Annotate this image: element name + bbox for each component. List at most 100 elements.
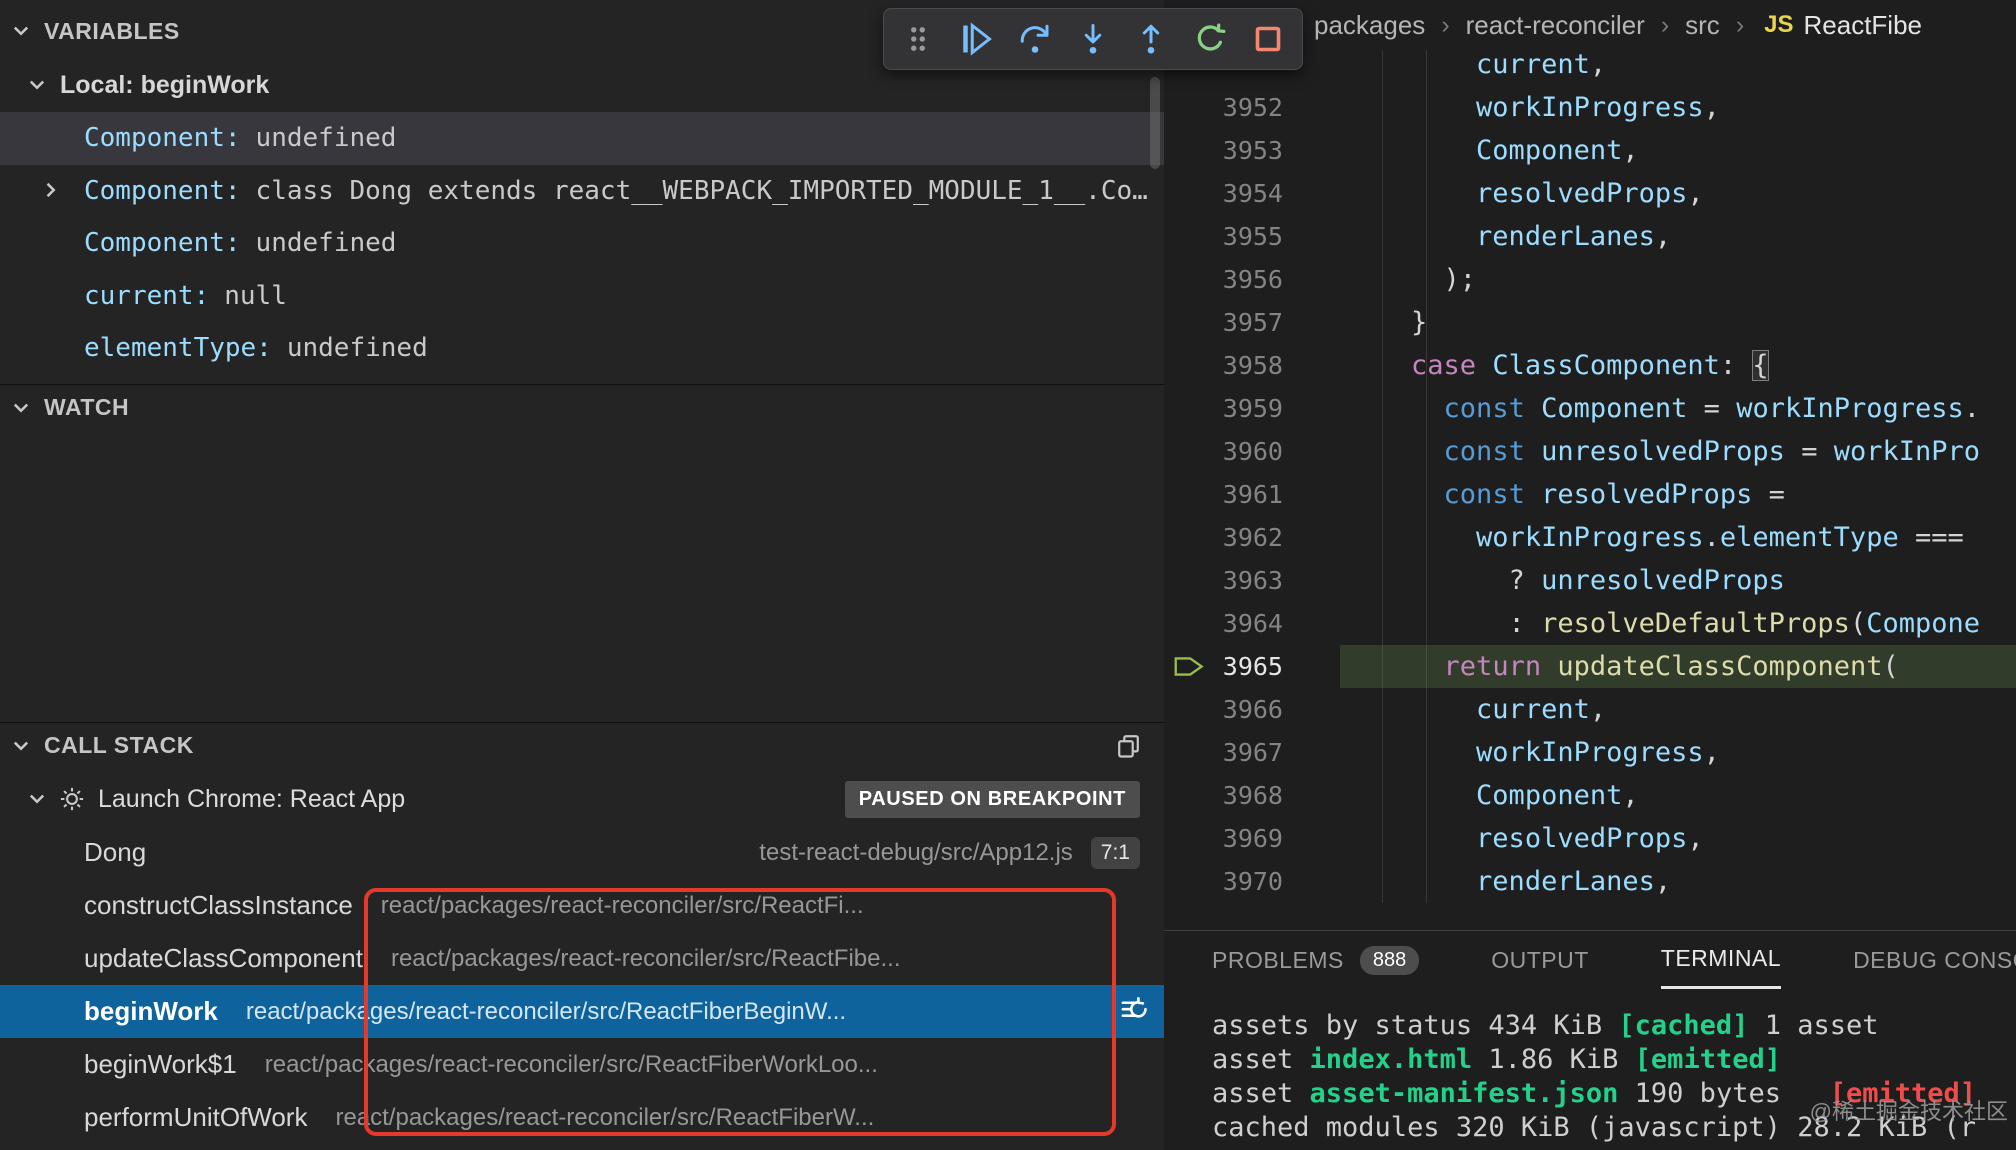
variable-row[interactable]: elementType:undefined: [0, 322, 1164, 375]
js-file-icon: JS: [1764, 11, 1793, 39]
panel-tab-terminal[interactable]: TERMINAL: [1661, 931, 1781, 989]
code-line[interactable]: 3955 renderLanes,: [1164, 215, 2016, 258]
breadcrumb-file[interactable]: ReactFibe: [1804, 10, 1923, 41]
drag-handle[interactable]: [896, 15, 940, 63]
variable-row[interactable]: current:null: [0, 270, 1164, 323]
code-text: renderLanes,: [1283, 860, 1671, 903]
code-line[interactable]: 3967 workInProgress,: [1164, 731, 2016, 774]
call-stack-frame[interactable]: beginWork$1react/packages/react-reconcil…: [0, 1038, 1164, 1091]
breadcrumb-item[interactable]: src: [1685, 10, 1720, 41]
code-line[interactable]: 3961 const resolvedProps =: [1164, 473, 2016, 516]
sidebar-scrollbar-thumb[interactable]: [1150, 77, 1160, 169]
code-line[interactable]: 3957 }: [1164, 301, 2016, 344]
chevron-down-icon: [10, 735, 32, 757]
step-over-button[interactable]: [1013, 15, 1057, 63]
debug-session-row[interactable]: Launch Chrome: React App PAUSED ON BREAK…: [0, 774, 1164, 824]
line-number[interactable]: 3963: [1164, 559, 1283, 602]
line-number[interactable]: 3958: [1164, 344, 1283, 387]
frame-path: react/packages/react-reconciler/src/Reac…: [381, 892, 864, 920]
frame-line-badge: 7:1: [1091, 837, 1140, 869]
code-line[interactable]: 3969 resolvedProps,: [1164, 817, 2016, 860]
code-text: resolvedProps,: [1283, 172, 1704, 215]
line-number[interactable]: 3969: [1164, 817, 1283, 860]
code-line[interactable]: 3964 : resolveDefaultProps(Compone: [1164, 602, 2016, 645]
call-stack-frame[interactable]: beginWork react/packages/react-reconciler…: [0, 985, 1164, 1038]
watch-section-title: WATCH: [44, 394, 129, 421]
line-number[interactable]: 3962: [1164, 516, 1283, 559]
restart-button[interactable]: [1188, 15, 1232, 63]
copy-call-stack-icon[interactable]: [1115, 732, 1142, 759]
watch-section-header[interactable]: WATCH: [0, 384, 1164, 430]
line-number[interactable]: 3960: [1164, 430, 1283, 473]
line-number[interactable]: 3959: [1164, 387, 1283, 430]
code-line[interactable]: 3959 const Component = workInProgress.: [1164, 387, 2016, 430]
stop-button[interactable]: [1246, 15, 1290, 63]
variable-row[interactable]: Component:undefined: [0, 112, 1164, 165]
breadcrumb-item[interactable]: react-reconciler: [1466, 10, 1645, 41]
code-text: resolvedProps,: [1283, 817, 1704, 860]
continue-button[interactable]: [954, 15, 998, 63]
code-text: : resolveDefaultProps(Compone: [1283, 602, 1980, 645]
code-text: );: [1283, 258, 1476, 301]
variable-name: Component:: [84, 228, 241, 258]
code-line[interactable]: 3960 const unresolvedProps = workInPro: [1164, 430, 2016, 473]
current-frame-arrow-icon: [1174, 656, 1204, 677]
line-number[interactable]: 3952: [1164, 86, 1283, 129]
call-stack-frame[interactable]: performUnitOfWorkreact/packages/react-re…: [0, 1091, 1164, 1144]
call-stack-frame[interactable]: Dongtest-react-debug/src/App12.js7:1: [0, 826, 1164, 879]
code-line[interactable]: 3966 current,: [1164, 688, 2016, 731]
chevron-right-icon[interactable]: [40, 179, 62, 201]
frame-name: Dong: [84, 837, 146, 868]
panel-tab-label: TERMINAL: [1661, 945, 1781, 972]
code-line[interactable]: 3968 Component,: [1164, 774, 2016, 817]
variable-value: null: [224, 281, 287, 311]
frame-name: performUnitOfWork: [84, 1102, 307, 1133]
panel-tab-debug-console[interactable]: DEBUG CONSOLE: [1853, 931, 2016, 989]
breadcrumb-item[interactable]: packages: [1314, 10, 1425, 41]
code-line[interactable]: 3954 resolvedProps,: [1164, 172, 2016, 215]
line-number[interactable]: 3968: [1164, 774, 1283, 817]
code-line[interactable]: 3962 workInProgress.elementType ===: [1164, 516, 2016, 559]
restart-frame-icon[interactable]: [1119, 995, 1150, 1026]
breadcrumb-separator: ›: [1661, 11, 1669, 40]
variable-name: Component:: [84, 123, 241, 153]
code-line[interactable]: 3965 return updateClassComponent(: [1164, 645, 2016, 688]
code-text: renderLanes,: [1283, 215, 1671, 258]
frame-name: updateClassComponent: [84, 943, 363, 974]
call-stack-section-header[interactable]: CALL STACK: [0, 722, 1164, 768]
line-number[interactable]: 3956: [1164, 258, 1283, 301]
code-line[interactable]: 3956 );: [1164, 258, 2016, 301]
code-line[interactable]: 3953 Component,: [1164, 129, 2016, 172]
step-into-button[interactable]: [1071, 15, 1115, 63]
panel-tab-problems[interactable]: PROBLEMS888: [1212, 931, 1419, 989]
line-number[interactable]: 3953: [1164, 129, 1283, 172]
variable-row[interactable]: Component:class Dong extends react__WEBP…: [0, 165, 1164, 218]
chevron-down-icon: [26, 788, 48, 810]
debug-toolbar: [883, 8, 1303, 70]
code-editor: packages›react-reconciler›src›JSReactFib…: [1164, 0, 2016, 930]
line-number[interactable]: 3961: [1164, 473, 1283, 516]
code-line[interactable]: 3958 case ClassComponent: {: [1164, 344, 2016, 387]
variables-rows: Component:undefinedComponent:class Dong …: [0, 112, 1164, 375]
code-line[interactable]: 3970 renderLanes,: [1164, 860, 2016, 903]
breadcrumb-separator: ›: [1736, 11, 1744, 40]
frame-name: beginWork: [84, 996, 218, 1027]
variable-row[interactable]: Component:undefined: [0, 217, 1164, 270]
step-out-button[interactable]: [1129, 15, 1173, 63]
call-stack-frame[interactable]: updateClassComponentreact/packages/react…: [0, 932, 1164, 985]
line-number[interactable]: 3954: [1164, 172, 1283, 215]
code-line[interactable]: 3963 ? unresolvedProps: [1164, 559, 2016, 602]
code-line[interactable]: 3952 workInProgress,: [1164, 86, 2016, 129]
line-number[interactable]: 3964: [1164, 602, 1283, 645]
line-number[interactable]: 3966: [1164, 688, 1283, 731]
line-number[interactable]: 3967: [1164, 731, 1283, 774]
line-number[interactable]: 3955: [1164, 215, 1283, 258]
call-stack-frame[interactable]: constructClassInstancereact/packages/rea…: [0, 879, 1164, 932]
line-number[interactable]: 3970: [1164, 860, 1283, 903]
watermark: @稀土掘金技术社区: [1810, 1094, 2008, 1126]
panel-tab-output[interactable]: OUTPUT: [1491, 931, 1589, 989]
line-number[interactable]: 3957: [1164, 301, 1283, 344]
terminal-line: assets by status 434 KiB [cached] 1 asse…: [1212, 1009, 1976, 1043]
frame-path: react/packages/react-reconciler/src/Reac…: [246, 998, 846, 1026]
code-text: workInProgress,: [1283, 731, 1720, 774]
